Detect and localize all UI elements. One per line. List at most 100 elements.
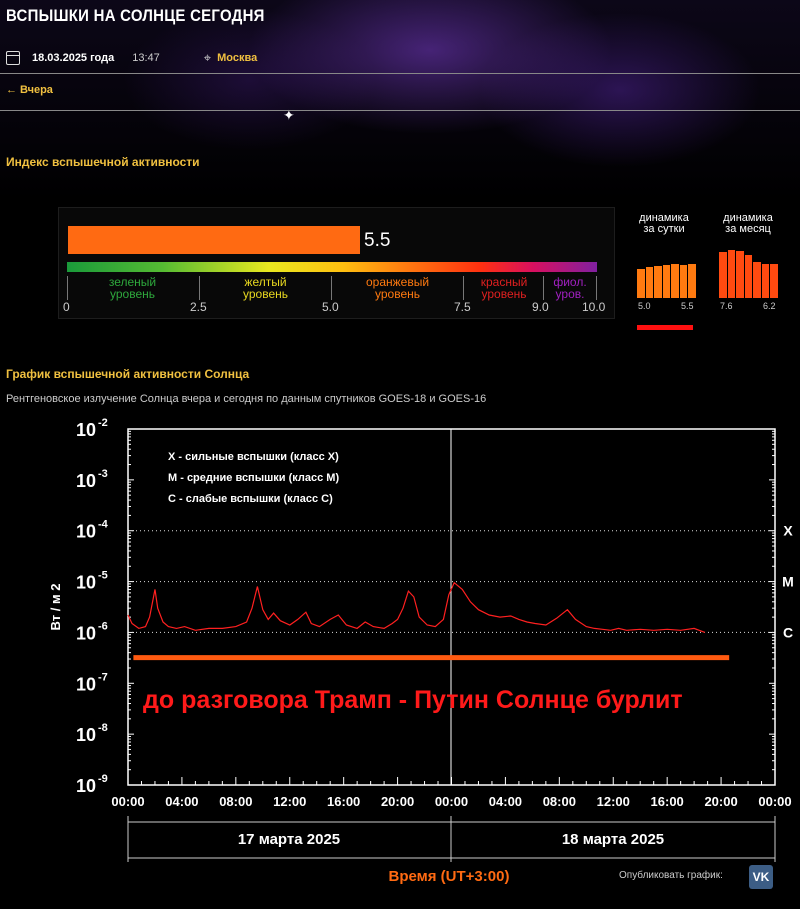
scale-tick [543,276,544,300]
dynamics-bar [727,249,736,298]
day-dynamics-title: динамика за сутки [628,213,700,235]
vk-share-button[interactable]: VK [749,865,773,889]
index-value-bar [68,226,360,254]
scale-tick [199,276,200,300]
scale-tick-label: 7.5 [454,300,471,314]
y-tick-label: 10 [76,522,96,542]
series-line [127,581,706,633]
month-dynamics-title: динамика за месяц [710,213,786,235]
index-color-scale [67,262,597,272]
y-tick-label: 10 [76,420,96,440]
y-tick-exponent: -7 [98,671,108,683]
x-tick-label: 16:00 [651,794,684,809]
day-dynamics-from: 5.0 [638,301,651,311]
month-dynamics-chart [719,249,779,298]
dynamics-bar [662,264,671,298]
page-title: ВСПЫШКИ НА СОЛНЦЕ СЕГОДНЯ [6,6,265,25]
day-label: 17 марта 2025 [238,831,340,848]
y-tick-label: 10 [76,623,96,643]
level-yellow: желтый уровень [203,276,328,300]
y-tick-label: 10 [76,776,96,796]
chart-legend: X - сильные вспышки (класс X) M - средни… [168,451,339,505]
x-axis-label: Время (UT+3:00) [389,868,510,885]
header-aurora-background [0,0,800,200]
y-tick-exponent: -2 [98,417,108,429]
scale-tick [331,276,332,300]
scale-tick [67,276,68,300]
y-tick-label: 10 [76,674,96,694]
x-tick-label: 20:00 [381,794,414,809]
legend-item: M - средние вспышки (класс M) [168,472,339,484]
x-tick-label: 04:00 [489,794,522,809]
divider [0,110,800,111]
current-time: 13:47 [132,52,160,64]
x-tick-label: 00:00 [758,794,791,809]
level-label: уровень [109,287,155,301]
class-level-label: X [783,523,793,539]
chart-section-title: График вспышечной активности Солнца [6,367,250,381]
x-tick-label: 12:00 [597,794,630,809]
month-dynamics-from: 7.6 [720,301,733,311]
level-label: уров. [555,287,585,301]
y-tick-exponent: -4 [98,519,109,531]
level-red: красный уровень [465,276,543,300]
dynamics-title-line: за сутки [643,223,685,235]
dynamics-bar [719,251,727,298]
chart-subtitle: Рентгеновское излучение Солнца вчера и с… [6,393,487,405]
class-level-label: C [783,624,793,640]
location-city-link[interactable]: Москва [217,52,257,64]
scale-tick-label: 0 [63,300,70,314]
legend-item: C - слабые вспышки (класс C) [168,493,333,505]
level-label: уровень [242,287,288,301]
dynamics-bar [688,263,696,298]
calendar-icon [6,51,20,65]
index-section-title: Индекс вспышечной активности [6,155,200,169]
scale-tick-label: 10.0 [582,300,606,314]
y-tick-exponent: -6 [98,620,108,632]
dynamics-bar [654,266,662,298]
x-tick-label: 08:00 [543,794,576,809]
current-date: 18.03.2025 года [32,52,115,64]
day-dynamics-to: 5.5 [681,301,694,311]
dynamics-bar [761,263,770,298]
index-value: 5.5 [364,230,391,251]
level-violet: фиол. уров. [545,276,595,300]
level-orange: оранжевый уровень [335,276,460,300]
legend-item: X - сильные вспышки (класс X) [168,451,339,463]
level-label: уровень [481,287,527,301]
chart-annotation: до разговора Трамп - Путин Солнце бурлит [143,686,683,714]
dynamics-bar [645,267,654,298]
x-tick-label: 20:00 [704,794,737,809]
dynamics-bar [770,264,778,298]
y-tick-label: 10 [76,573,96,593]
month-dynamics-to: 6.2 [763,301,776,311]
y-axis-label: Вт / м 2 [48,584,63,631]
divider [0,73,800,74]
scale-tick-label: 5.0 [322,300,339,314]
yesterday-link[interactable]: ← Вчера [6,84,53,96]
selected-dynamics-marker [637,325,693,330]
x-axis: 00:00 04:00 08:00 12:00 16:00 20:00 00:00 04:00… [111,777,792,809]
level-green: зеленый уровень [70,276,195,300]
dynamics-bar [753,261,761,298]
x-tick-label: 00:00 [111,794,144,809]
class-level-lines: X M C [128,523,794,640]
xray-flux-chart: 10 -210 -310 -410 -510 -610 -710 -810 -9 XMC 00:… [48,417,794,885]
x-tick-label: 16:00 [327,794,360,809]
dynamics-bar [671,263,679,298]
x-tick-label: 04:00 [165,794,198,809]
dynamics-bar [679,264,688,298]
scale-tick [596,276,597,300]
scale-tick-label: 9.0 [532,300,549,314]
y-tick-exponent: -8 [98,722,108,734]
location-pin-icon: ⌖ [203,50,212,65]
y-tick-exponent: -9 [98,773,108,785]
day-dynamics-chart [637,258,697,298]
scale-tick-label: 2.5 [190,300,207,314]
y-tick-exponent: -3 [98,468,108,480]
date-location-row: 18.03.2025 года 13:47 ⌖ Москва [6,48,257,68]
scale-tick [463,276,464,300]
dynamics-bar [637,269,645,298]
x-tick-label: 12:00 [273,794,306,809]
y-tick-label: 10 [76,471,96,491]
